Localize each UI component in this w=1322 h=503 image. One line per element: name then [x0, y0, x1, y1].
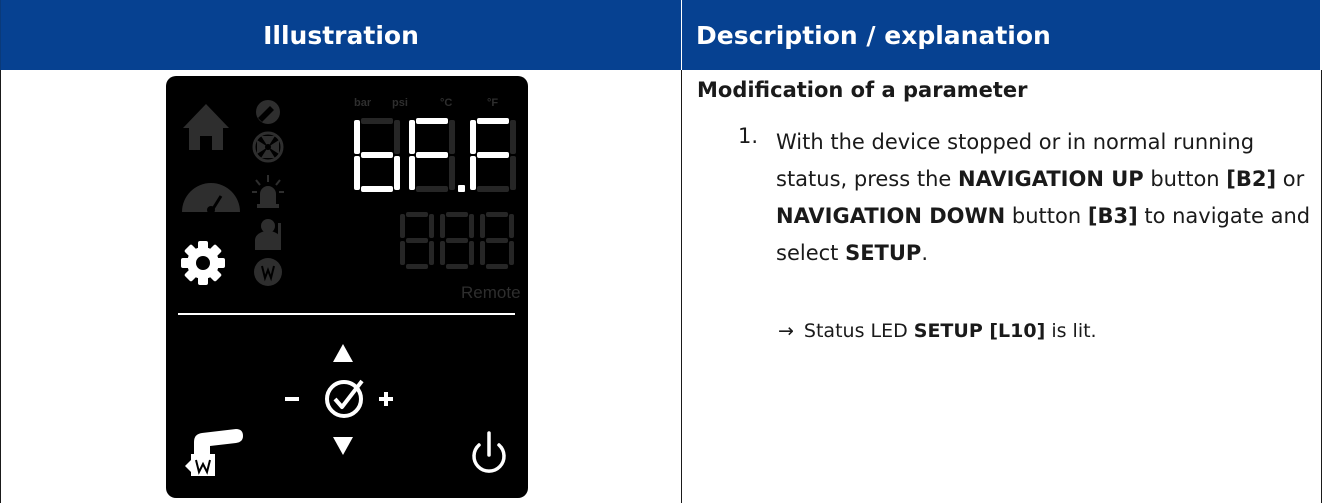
unit-fahrenheit-label: °F [487, 97, 498, 109]
settings-icon [181, 241, 225, 285]
power-icon[interactable] [472, 431, 506, 473]
nav-down-icon[interactable] [333, 437, 353, 455]
step-number: 1. [738, 124, 759, 148]
unit-celsius-label: °C [440, 97, 452, 109]
header-description: Description / explanation [682, 0, 1320, 70]
drain-icon [254, 258, 282, 286]
illustration-cell: bar psi °C °F Remote [0, 70, 682, 503]
result-arrow-icon: → [778, 320, 794, 342]
fan-icon [252, 131, 284, 163]
compressor-icon [256, 100, 280, 124]
unit-bar-label: bar [354, 97, 372, 109]
service-icon [255, 219, 281, 250]
main-display [354, 118, 516, 192]
secondary-display [400, 212, 514, 269]
unit-psi-label: psi [392, 97, 408, 109]
document-table: Illustration Description / explanation b… [0, 0, 1322, 503]
control-panel-graphic: bar psi °C °F Remote [178, 97, 521, 476]
home-icon [183, 104, 229, 150]
minus-icon[interactable] [285, 397, 299, 401]
alarm-icon [252, 175, 284, 208]
header-illustration: Illustration [0, 0, 681, 70]
nav-up-icon[interactable] [333, 344, 353, 362]
control-panel: bar psi °C °F Remote [166, 76, 528, 498]
step-text: With the device stopped or in normal run… [776, 130, 1311, 265]
confirm-icon[interactable] [325, 379, 364, 418]
remote-label: Remote [461, 283, 521, 302]
step-result: → Status LED SETUP [L10] is lit. [778, 320, 1097, 342]
plus-icon[interactable] [379, 392, 393, 406]
manual-drain-icon[interactable] [185, 429, 243, 476]
gauge-icon [182, 183, 240, 214]
section-title: Modification of a parameter [697, 78, 1028, 102]
